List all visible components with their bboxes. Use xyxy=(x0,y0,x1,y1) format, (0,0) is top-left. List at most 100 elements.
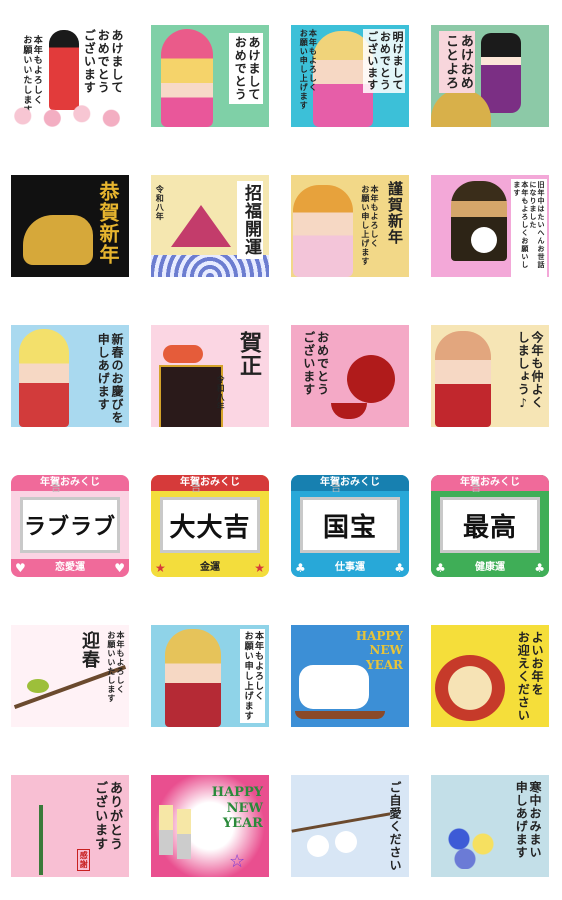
ghost-kanji: 吉 xyxy=(331,483,341,494)
star-icon: ☆ xyxy=(229,851,246,872)
omikuji-header: 年賀おみくじ xyxy=(151,475,269,491)
sticker-4[interactable]: あけおめ ことよろ xyxy=(431,25,549,127)
sticker-3-line3: ございます xyxy=(365,31,379,91)
stamp-text: 感謝 xyxy=(79,851,90,869)
omikuji-result: 大大吉 xyxy=(169,512,251,543)
sticker-4-line2: ことよろ xyxy=(442,34,458,90)
sticker-24[interactable]: 寒中おみまい 申しあげます xyxy=(431,775,549,877)
sticker-9[interactable]: 新春のお慶びを 申しあげます xyxy=(11,325,129,427)
sticker-5[interactable]: 恭賀新年 xyxy=(11,175,129,277)
clover-icon: ♣ xyxy=(534,561,545,575)
omikuji-result: ラブラブ xyxy=(23,514,116,540)
sticker-3[interactable]: 明けまして おめでとう ございます 本年もよろしく お願い申し上げます xyxy=(291,25,409,127)
sticker-21[interactable]: ありがとう ございます 感謝 xyxy=(11,775,129,877)
sticker-3-line2: おめでとう xyxy=(378,31,392,91)
heart-icon: ♥ xyxy=(15,561,26,575)
sticker-22-line3: YEAR xyxy=(222,816,263,832)
sticker-20[interactable]: よいお年を お迎えください xyxy=(431,625,549,727)
star-icon: ★ xyxy=(254,561,265,575)
sticker-23[interactable]: ご自愛ください xyxy=(291,775,409,877)
champagne-glass xyxy=(177,809,191,859)
sticker-3-sub1: 本年もよろしく xyxy=(308,29,319,92)
sticker-21-line2: ございます xyxy=(92,781,108,851)
sticker-19-line3: YEAR xyxy=(366,657,403,672)
sticker-20-line2: お迎えください xyxy=(516,631,531,722)
sticker-12-line2: しましょう♪ xyxy=(516,331,531,411)
sticker-19-line2: NEW xyxy=(369,643,403,658)
star-icon: ★ xyxy=(155,561,166,575)
omikuji-slip: 最高 xyxy=(440,497,540,553)
sticker-10[interactable]: 賀正 令和八年 xyxy=(151,325,269,427)
omikuji-love[interactable]: 年賀おみくじ 吉 ラブラブ 恋愛運 ♥ ♥ xyxy=(11,475,129,577)
omikuji-footer: 金運 xyxy=(151,559,269,577)
sticker-4-line1: あけおめ xyxy=(457,34,473,90)
ramen-bowl xyxy=(435,655,505,721)
sticker-12-line1: 今年も仲よく xyxy=(530,331,544,409)
omikuji-footer: 仕事運 xyxy=(291,559,409,577)
sticker-24-line1: 寒中おみまい xyxy=(528,781,542,859)
girl-pink-hat-figure xyxy=(161,29,213,127)
sticker-11[interactable]: おめでとう ございます xyxy=(291,325,409,427)
girl-beret-figure xyxy=(293,185,353,277)
sticker-22[interactable]: HAPPY NEW YEAR ☆ xyxy=(151,775,269,877)
omikuji-money[interactable]: 年賀おみくじ 吉 大大吉 金運 ★ ★ xyxy=(151,475,269,577)
sticker-9-line2: 申しあげます xyxy=(96,333,111,411)
mejiro-bird xyxy=(27,679,49,693)
sticker-7[interactable]: 謹賀新年 本年もよろしく お願い申し上げます xyxy=(291,175,409,277)
sticker-6[interactable]: 招福開運 令和八年 xyxy=(151,175,269,277)
narcissus-flowers xyxy=(21,805,61,875)
sake-kettle xyxy=(347,355,395,403)
blonde-girl-red-figure xyxy=(165,629,221,727)
omikuji-health[interactable]: 年賀おみくじ 吉 最高 健康運 ♣ ♣ xyxy=(431,475,549,577)
sticker-3-line1: 明けまして xyxy=(391,31,404,91)
sticker-10-sub1: 令和八年 xyxy=(216,375,226,411)
sticker-1-sub2: お願いいたします xyxy=(21,35,32,115)
ghost-kanji: 吉 xyxy=(191,483,201,494)
sticker-8-line2: 本年もよろしくお願いします xyxy=(512,181,530,269)
pansy-flowers xyxy=(441,819,501,869)
sticker-1[interactable]: あけまして おめでとう ございます 本年もよろしく お願いいたします xyxy=(11,25,129,127)
omikuji-slip: 大大吉 xyxy=(160,497,260,553)
ghost-kanji: 吉 xyxy=(51,483,61,494)
sticker-10-line1: 賀正 xyxy=(236,331,262,377)
omikuji-work[interactable]: 年賀おみくじ 吉 国宝 仕事運 ♣ ♣ xyxy=(291,475,409,577)
sticker-19-line1: HAPPY xyxy=(355,629,403,643)
omikuji-slip: 国宝 xyxy=(300,497,400,553)
sticker-11-line1: おめでとう xyxy=(315,331,330,396)
sticker-6-line1: 招福開運 xyxy=(241,184,261,256)
sticker-24-line2: 申しあげます xyxy=(514,781,529,859)
sticker-19[interactable]: HAPPY NEW YEAR xyxy=(291,625,409,727)
cherry-blossoms xyxy=(11,105,129,127)
sticker-5-line1: 恭賀新年 xyxy=(96,181,120,265)
sticker-18[interactable]: 本年もよろしく お願い申し上げます xyxy=(151,625,269,727)
omikuji-slip: ラブラブ xyxy=(20,497,120,553)
sticker-2[interactable]: あけまして おめでとう xyxy=(151,25,269,127)
omikuji-footer: 健康運 xyxy=(431,559,549,577)
clover-icon: ♣ xyxy=(394,561,405,575)
lobster xyxy=(163,345,203,363)
sticker-8[interactable]: 旧年中はたいへんお世話になりました 本年もよろしくお願いします xyxy=(431,175,549,277)
rocker-base xyxy=(295,711,385,719)
sticker-1-sub1: 本年もよろしく xyxy=(31,35,42,105)
sticker-12[interactable]: 今年も仲よく しましょう♪ xyxy=(431,325,549,427)
sticker-17[interactable]: 迎春 本年もよろしく お願いいたします xyxy=(11,625,129,727)
sake-cup xyxy=(331,403,367,419)
snow-bird xyxy=(307,835,329,857)
sticker-9-line1: 新春のお慶びを xyxy=(110,333,124,424)
sticker-18-line1: 本年もよろしく xyxy=(253,631,263,701)
omikuji-footer: 恋愛運 xyxy=(11,559,129,577)
sticker-22-line1: HAPPY xyxy=(211,785,263,800)
poodle-figure xyxy=(471,227,497,253)
heian-lady-figure xyxy=(481,33,521,113)
sticker-7-sub1: 本年もよろしく xyxy=(370,185,380,248)
blonde-girl-figure xyxy=(19,329,69,427)
clover-icon: ♣ xyxy=(435,561,446,575)
sticker-17-sub1: 本年もよろしく xyxy=(116,631,126,694)
omikuji-header: 年賀おみくじ xyxy=(11,475,129,491)
girl-phone-figure xyxy=(435,331,491,427)
sticker-7-sub2: お願い申し上げます xyxy=(360,185,371,266)
omikuji-header: 年賀おみくじ xyxy=(431,475,549,491)
ghost-kanji: 吉 xyxy=(471,483,481,494)
sticker-17-line1: 迎春 xyxy=(79,631,100,669)
snow-bird xyxy=(335,831,357,853)
